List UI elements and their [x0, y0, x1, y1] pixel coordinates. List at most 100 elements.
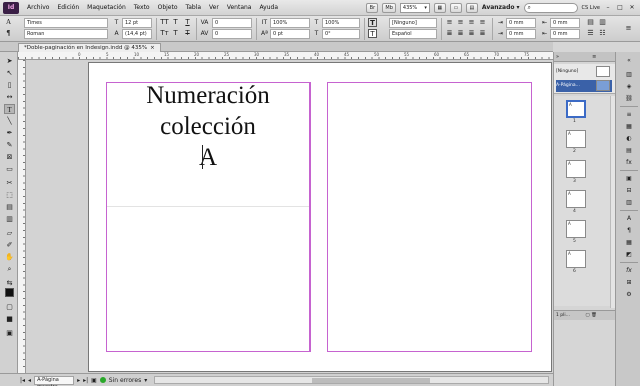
baseline-shift-field[interactable]: 0 pt [270, 29, 310, 39]
horizontal-scale-field[interactable]: 100% [322, 18, 360, 28]
stroke-panel-icon[interactable]: ≡ [624, 110, 634, 119]
view-options-button[interactable]: ▦ [433, 2, 446, 13]
justify-left-button[interactable]: ≣ [445, 29, 454, 38]
search-input[interactable]: ⌕ [523, 2, 578, 13]
gap-tool-icon[interactable]: ↔ [4, 92, 15, 102]
first-page-icon[interactable]: |◂ [20, 377, 25, 384]
character-styles-icon[interactable]: A [624, 214, 634, 223]
info-panel-icon[interactable]: ⊞ [624, 278, 634, 287]
last-line-indent-field[interactable]: 0 mm [550, 29, 580, 39]
text-frame[interactable]: Numeración colección A [107, 80, 309, 173]
eyedropper-tool-icon[interactable]: ✐ [4, 240, 15, 250]
align-left-button[interactable]: ≡ [445, 18, 454, 27]
pencil-tool-icon[interactable]: ✎ [4, 140, 15, 150]
tracking-field[interactable]: 0 [212, 29, 252, 39]
small-caps-button[interactable]: Tт [160, 29, 169, 38]
vertical-scale-field[interactable]: 100% [270, 18, 310, 28]
right-indent-field[interactable]: 0 mm [550, 18, 580, 28]
selection-tool-icon[interactable]: ➤ [4, 56, 15, 66]
layers-panel-icon[interactable]: ◈ [624, 82, 634, 91]
default-fill-stroke-icon[interactable]: ⇆ [4, 278, 15, 288]
new-page-icon[interactable]: ▢ [585, 313, 589, 318]
character-style-field[interactable]: [Ninguno] [389, 18, 437, 28]
rectangle-tool-icon[interactable]: ▭ [4, 164, 15, 174]
fill-text-icon[interactable]: T [368, 18, 377, 27]
paragraph-styles-icon[interactable]: ¶ [624, 226, 634, 235]
maximize-button[interactable]: □ [616, 4, 624, 12]
panel-menu-icon[interactable]: ≡ [592, 54, 596, 60]
formatting-container-icon[interactable]: ▢ [4, 302, 15, 312]
fill-swatch[interactable] [5, 288, 14, 297]
bridge-button[interactable]: Br [366, 2, 379, 13]
page-thumbnail[interactable]: A [566, 130, 586, 148]
all-caps-button[interactable]: TT [160, 18, 169, 27]
font-family-field[interactable]: Times [24, 18, 108, 28]
gradient-feather-tool-icon[interactable]: ▥ [4, 214, 15, 224]
close-button[interactable]: ✕ [628, 4, 636, 12]
open-page-icon[interactable]: ▣ [91, 377, 97, 384]
screen-mode-button[interactable]: ▭ [449, 2, 462, 13]
minibridge-button[interactable]: Mb [382, 2, 396, 13]
page-spread[interactable]: Numeración colección A [88, 62, 552, 372]
pages-panel-icon[interactable]: ▥ [624, 70, 634, 79]
columns-icon[interactable]: ▥ [598, 18, 607, 27]
menu-maquetacion[interactable]: Maquetación [83, 0, 130, 16]
workspace-switcher[interactable]: Avanzado ▾ [482, 4, 520, 11]
master-none[interactable]: [Ninguno] [556, 66, 612, 78]
justify-right-button[interactable]: ≣ [467, 29, 476, 38]
subscript-button[interactable]: T [171, 29, 180, 38]
horizontal-ruler[interactable]: 0 5 10 15 20 25 30 35 40 45 50 55 60 65 … [18, 52, 553, 60]
links-panel-icon[interactable]: ⛓ [624, 94, 634, 103]
align-right-button[interactable]: ≡ [467, 18, 476, 27]
underline-button[interactable]: T [183, 18, 192, 27]
language-field[interactable]: Español [389, 29, 437, 39]
font-size-field[interactable]: 12 pt [122, 18, 152, 28]
horizontal-scrollbar[interactable] [154, 376, 549, 384]
superscript-button[interactable]: T [171, 18, 180, 27]
kerning-field[interactable]: 0 [212, 18, 252, 28]
arrange-documents-button[interactable]: ▤ [465, 2, 478, 13]
object-styles-icon[interactable]: ◩ [624, 250, 634, 259]
align-panel-icon[interactable]: ⊟ [624, 186, 634, 195]
chevron-down-icon[interactable]: ▾ [144, 377, 147, 384]
menu-ver[interactable]: Ver [205, 0, 223, 16]
page-number-field[interactable]: A-Página maestra [34, 375, 75, 386]
swatches-panel-icon[interactable]: ▦ [624, 122, 634, 131]
trash-icon[interactable]: 🗑 [591, 313, 597, 318]
pathfinder-panel-icon[interactable]: ▥ [624, 198, 634, 207]
bullets-icon[interactable]: ☰ [586, 29, 595, 38]
page-thumbnail[interactable]: A [566, 160, 586, 178]
menu-ventana[interactable]: Ventana [223, 0, 256, 16]
master-a[interactable]: A-Página... [556, 80, 612, 92]
menu-tabla[interactable]: Tabla [182, 0, 206, 16]
left-indent-field[interactable]: 0 mm [506, 18, 536, 28]
scissors-tool-icon[interactable]: ✂ [4, 178, 15, 188]
type-tool-icon[interactable]: T [4, 104, 15, 114]
minimize-button[interactable]: – [604, 4, 612, 12]
vertical-ruler[interactable] [18, 60, 26, 373]
effects-panel-icon[interactable]: fx [624, 158, 634, 167]
menu-objeto[interactable]: Objeto [154, 0, 182, 16]
page-thumbnail[interactable]: A [566, 100, 586, 118]
skew-field[interactable]: 0° [322, 29, 360, 39]
close-icon[interactable]: × [150, 44, 155, 52]
cs-live-button[interactable]: CS Live [582, 5, 600, 11]
panel-collapse-icon[interactable]: « [624, 56, 634, 65]
numbering-icon[interactable]: ☷ [598, 29, 607, 38]
last-page-icon[interactable]: ▸| [83, 377, 88, 384]
zoom-level-field[interactable]: 435% ▾ [399, 2, 430, 13]
page-tool-icon[interactable]: ▯ [4, 80, 15, 90]
next-page-icon[interactable]: ▸ [77, 377, 80, 384]
page-thumbnail[interactable]: A [566, 190, 586, 208]
character-mode-icon[interactable]: A [4, 18, 13, 27]
gradient-panel-icon[interactable]: ▤ [624, 146, 634, 155]
leading-field[interactable]: (14,4 pt) [122, 29, 152, 39]
script-panel-icon[interactable]: ⚙ [624, 290, 634, 299]
panel-menu-icon[interactable]: ≡ [624, 24, 633, 33]
panel-collapse-icon[interactable]: » [556, 54, 559, 60]
apply-color-icon[interactable]: ■ [4, 314, 15, 324]
color-panel-icon[interactable]: ◐ [624, 134, 634, 143]
first-line-indent-field[interactable]: 0 mm [506, 29, 536, 39]
view-mode-icon[interactable]: ▣ [4, 328, 15, 338]
page-thumbnail[interactable]: A [566, 220, 586, 238]
